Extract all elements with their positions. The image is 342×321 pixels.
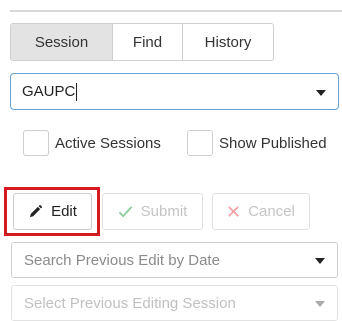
active-sessions-option[interactable]: Active Sessions [23, 128, 161, 158]
session-select-value: GAUPC [22, 83, 76, 100]
pencil-icon [28, 204, 43, 219]
show-published-label: Show Published [219, 134, 327, 152]
chevron-down-icon[interactable] [315, 301, 325, 307]
edit-date-dropdown[interactable]: Search Previous Edit by Date [11, 242, 338, 278]
submit-label: Submit [140, 203, 188, 220]
tab-bar: Session Find History [10, 23, 274, 61]
submit-button[interactable]: Submit [102, 193, 203, 230]
cancel-label: Cancel [248, 203, 295, 220]
show-published-option[interactable]: Show Published [187, 128, 327, 158]
edit-button[interactable]: Edit [13, 193, 92, 230]
chevron-down-icon[interactable] [316, 89, 326, 96]
cancel-button[interactable]: Cancel [212, 193, 310, 230]
tab-session[interactable]: Session [11, 24, 113, 60]
previous-session-dropdown[interactable]: Select Previous Editing Session [11, 285, 338, 321]
tab-history[interactable]: History [183, 24, 273, 60]
active-sessions-label: Active Sessions [55, 134, 161, 152]
close-icon [227, 205, 240, 218]
active-sessions-checkbox[interactable] [23, 130, 49, 156]
edit-label: Edit [51, 203, 77, 220]
check-icon [118, 204, 133, 219]
chevron-down-icon[interactable] [315, 258, 325, 264]
text-cursor [76, 82, 78, 101]
top-divider [10, 10, 342, 12]
tab-find[interactable]: Find [113, 24, 183, 60]
session-select[interactable]: GAUPC [10, 73, 339, 110]
edit-date-placeholder: Search Previous Edit by Date [24, 251, 220, 269]
show-published-checkbox[interactable] [187, 130, 213, 156]
previous-session-placeholder: Select Previous Editing Session [24, 294, 236, 312]
